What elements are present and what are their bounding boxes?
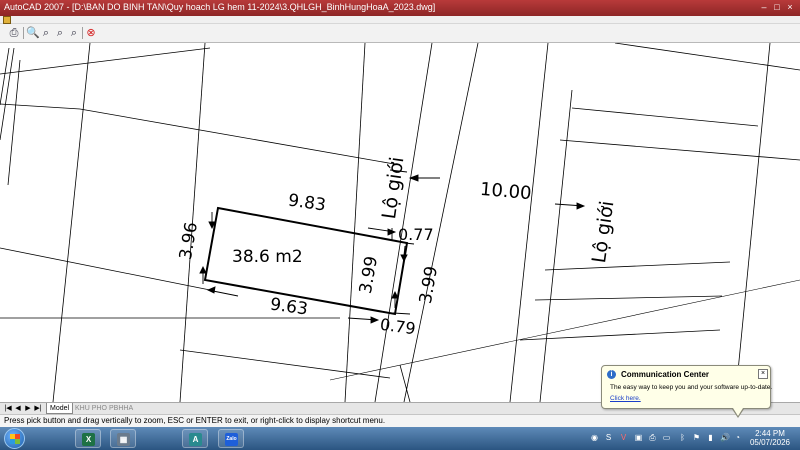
close-window-button[interactable]: × xyxy=(784,2,796,14)
prev-tab-button[interactable]: ◀ xyxy=(13,404,23,414)
tab-model[interactable]: Model xyxy=(46,403,74,414)
zoom-previous-icon[interactable]: ⌕ xyxy=(54,27,66,39)
print-icon[interactable]: ⎙ xyxy=(8,27,20,39)
popup-message: The easy way to keep you and your softwa… xyxy=(610,384,773,391)
popup-link[interactable]: Click here. xyxy=(610,395,641,402)
cad-drawing xyxy=(0,43,800,402)
calculator-icon: ▦ xyxy=(117,433,130,446)
close-preview-icon[interactable]: ⊗ xyxy=(85,27,97,39)
bluetooth-icon[interactable]: ᛒ xyxy=(678,433,687,442)
dim-road-width: 10.00 xyxy=(479,178,533,205)
last-tab-button[interactable]: ▶| xyxy=(33,404,43,414)
communication-center-popup[interactable]: i Communication Center × The easy way to… xyxy=(601,365,773,418)
menu-bar xyxy=(0,16,800,24)
lot-area: 38.6 m2 xyxy=(232,247,303,267)
zoom-window-icon[interactable]: ⌕ xyxy=(40,27,52,39)
clock-time: 2:44 PM xyxy=(755,429,785,438)
popup-tail-fill xyxy=(733,408,743,416)
zoom-extents-icon[interactable]: ⌕ xyxy=(68,27,80,39)
battery-icon[interactable]: ▮ xyxy=(706,433,715,442)
taskbar-app-autocad[interactable]: A xyxy=(182,429,208,448)
dim-corner-top: 0.77 xyxy=(398,225,434,244)
preview-toolbar: ⎙ 🔍 ⌕ ⌕ ⌕ ⊗ xyxy=(0,24,800,43)
toolbar-separator xyxy=(82,27,83,39)
wifi-icon[interactable]: ◔ xyxy=(733,433,742,442)
title-bar: AutoCAD 2007 - [D:\BAN DO BINH TAN\Quy h… xyxy=(0,0,800,16)
zoom-realtime-icon[interactable]: 🔍 xyxy=(26,27,40,39)
taskbar-app-calculator[interactable]: ▦ xyxy=(110,429,136,448)
taskbar-clock[interactable]: 2:44 PM 05/07/2026 xyxy=(745,429,795,447)
excel-icon: X xyxy=(82,433,95,446)
next-tab-button[interactable]: ▶ xyxy=(23,404,33,414)
flag-icon[interactable]: ⚑ xyxy=(692,433,701,442)
zalo-icon: Zalo xyxy=(225,433,238,446)
taskbar-app-zalo[interactable]: Zalo xyxy=(218,429,244,448)
window-title: AutoCAD 2007 - [D:\BAN DO BINH TAN\Quy h… xyxy=(4,2,436,12)
menu-icon[interactable] xyxy=(3,16,11,24)
command-line[interactable]: Press pick button and drag vertically to… xyxy=(0,414,800,427)
popup-close-button[interactable]: × xyxy=(758,369,768,379)
parcel-lines xyxy=(0,43,800,402)
command-prompt: Press pick button and drag vertically to… xyxy=(4,416,386,425)
skype-icon[interactable]: S xyxy=(604,433,613,442)
popup-title: Communication Center xyxy=(621,370,710,379)
printer-icon[interactable]: ⎙ xyxy=(648,433,657,442)
antivirus-icon[interactable]: V xyxy=(619,433,628,442)
taskbar: X ▦ A Zalo ◉ S V ▣ ⎙ ▭ ᛒ ⚑ ▮ 🔊 ◔ 2:44 PM… xyxy=(0,427,800,450)
minimize-button[interactable]: – xyxy=(758,2,770,14)
autocad-icon: A xyxy=(189,433,202,446)
clock-date: 05/07/2026 xyxy=(749,438,791,447)
drawing-canvas[interactable]: 9.83 9.63 3.96 3.99 3.99 0.77 0.79 10.00… xyxy=(0,43,800,402)
first-tab-button[interactable]: |◀ xyxy=(3,404,13,414)
maximize-button[interactable]: □ xyxy=(771,2,783,14)
windows-logo-icon xyxy=(10,434,20,444)
display-icon[interactable]: ▭ xyxy=(662,433,671,442)
volume-icon[interactable]: 🔊 xyxy=(720,433,730,442)
network-icon[interactable]: ◉ xyxy=(590,433,599,442)
taskbar-app-excel[interactable]: X xyxy=(75,429,101,448)
toolbar-separator xyxy=(23,27,24,39)
start-button[interactable] xyxy=(4,428,25,449)
tab-pbhha[interactable]: PBHHA xyxy=(106,403,136,414)
tab-khu-pho[interactable]: KHU PHO xyxy=(72,403,110,414)
info-icon: i xyxy=(607,370,616,379)
tray-app-icon[interactable]: ▣ xyxy=(634,433,643,442)
